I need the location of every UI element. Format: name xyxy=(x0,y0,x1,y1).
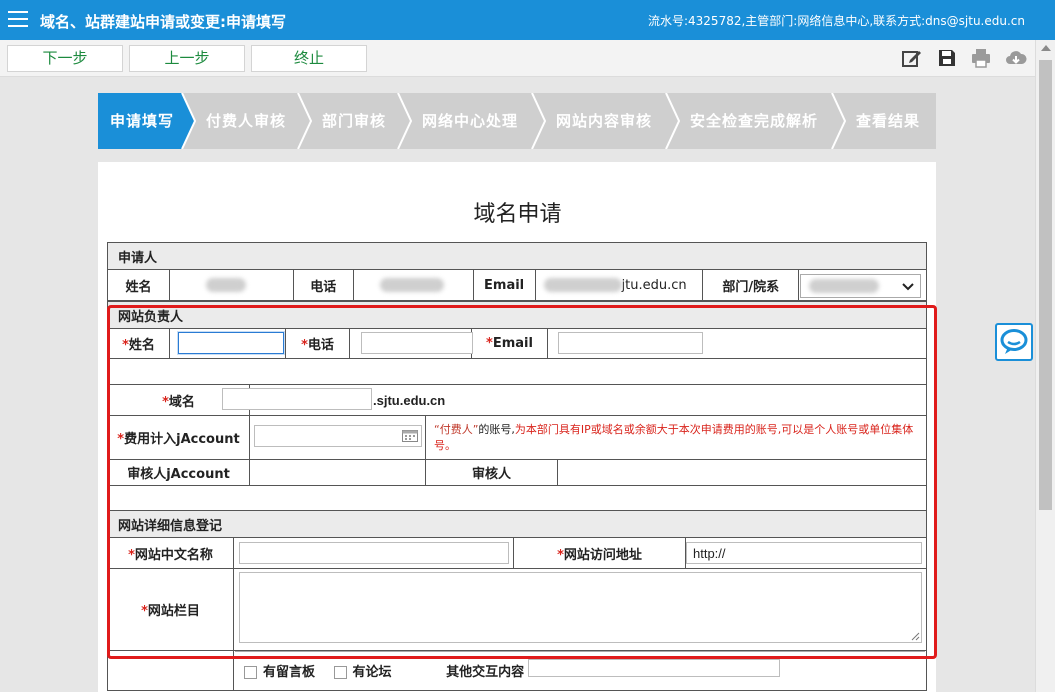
applicant-section-header: 申请人 xyxy=(107,242,927,270)
reviewer-name-label: 审核人 xyxy=(425,459,558,486)
owner-email-label: *Email xyxy=(471,328,548,359)
interaction-label-cell xyxy=(107,650,234,691)
scroll-thumb[interactable] xyxy=(1039,60,1052,510)
app-title: 域名、站群建站申请或变更:申请填写 xyxy=(40,13,287,31)
dept-selected-value xyxy=(809,279,879,293)
billing-account-input[interactable] xyxy=(254,425,422,447)
flow-meta: 流水号:4325782,主管部门:网络信息中心,联系方式:dns@sjtu.ed… xyxy=(647,14,1025,28)
required-mark: * xyxy=(128,547,135,563)
billing-label: *费用计入jAccount xyxy=(107,415,250,460)
step-chevron-icon xyxy=(531,93,546,149)
applicant-name-label: 姓名 xyxy=(107,269,170,301)
domain-label-text: 域名 xyxy=(168,394,195,410)
applicant-phone-value xyxy=(352,269,474,301)
reviewer-name-value xyxy=(557,459,927,486)
applicant-email-label: Email xyxy=(472,269,536,301)
step-chevron-icon xyxy=(831,93,846,149)
required-mark: * xyxy=(486,336,493,351)
domain-suffix: .sjtu.edu.cn xyxy=(373,393,446,408)
forum-checkbox[interactable] xyxy=(333,666,347,679)
domain-input[interactable] xyxy=(222,388,372,410)
owner-email-input[interactable] xyxy=(558,332,703,354)
billing-hint-mid: 的账号, xyxy=(478,423,515,436)
step-content-review: 网站内容审核 xyxy=(532,93,666,149)
owner-phone-label-text: 电话 xyxy=(307,338,334,353)
owner-phone-input[interactable] xyxy=(361,332,473,354)
next-step-button[interactable]: 下一步 xyxy=(7,45,123,72)
prev-step-button[interactable]: 上一步 xyxy=(129,45,245,72)
top-bar: 域名、站群建站申请或变更:申请填写 流水号:4325782,主管部门:网络信息中… xyxy=(0,0,1055,40)
resize-handle-icon[interactable] xyxy=(911,632,920,641)
other-interaction-input[interactable] xyxy=(528,659,780,677)
step-chevron-icon xyxy=(397,93,412,149)
applicant-dept-label: 部门/院系 xyxy=(702,269,800,301)
site-url-input[interactable] xyxy=(686,542,922,564)
step-chevron-icon xyxy=(180,93,196,149)
dept-select[interactable] xyxy=(800,274,921,298)
owner-phone-label: *电话 xyxy=(285,328,350,359)
guestbook-checkbox[interactable] xyxy=(244,666,257,679)
detail-section-header: 网站详细信息登记 xyxy=(107,510,927,538)
owner-section-header: 网站负责人 xyxy=(107,301,927,329)
forum-label: 有论坛 xyxy=(352,665,392,680)
step-payer-review: 付费人审核 xyxy=(182,93,298,149)
step-view-result: 查看结果 xyxy=(832,93,936,149)
step-security-check: 安全检查完成解析 xyxy=(666,93,832,149)
edit-icon[interactable] xyxy=(901,47,923,69)
site-cn-name-label-text: 网站中文名称 xyxy=(134,547,213,563)
required-mark: * xyxy=(141,604,148,619)
interaction-options: 有留言板 有论坛 其他交互内容 xyxy=(244,661,524,680)
applicant-email-value: jtu.edu.cn xyxy=(534,269,704,301)
toolbar-icons xyxy=(892,47,1027,69)
other-interaction-label: 其他交互内容 xyxy=(446,665,525,680)
owner-spacer-row xyxy=(107,358,927,385)
hamburger-menu-icon[interactable] xyxy=(8,11,28,29)
reviewer-account-label: 审核人jAccount xyxy=(107,459,250,486)
save-icon[interactable] xyxy=(936,47,958,69)
applicant-phone-label: 电话 xyxy=(292,269,354,301)
site-columns-textarea[interactable] xyxy=(239,572,922,643)
chat-support-button[interactable] xyxy=(995,323,1033,361)
scroll-up-arrow-icon[interactable] xyxy=(1041,45,1051,51)
billing-hint: “付费人”的账号,为本部门具有IP或域名或余额大于本次申请费用的账号,可以是个人… xyxy=(434,422,924,454)
chevron-down-icon xyxy=(902,283,914,291)
print-icon[interactable] xyxy=(970,47,992,69)
step-dept-review: 部门审核 xyxy=(298,93,398,149)
billing-label-text: 费用计入jAccount xyxy=(124,432,240,447)
owner-name-input[interactable] xyxy=(178,332,284,354)
site-url-label: *网站访问地址 xyxy=(513,537,686,569)
owner-name-label: *姓名 xyxy=(107,328,170,359)
site-cn-name-label: *网站中文名称 xyxy=(107,537,234,569)
applicant-email-text: jtu.edu.cn xyxy=(621,277,687,293)
cloud-download-icon[interactable] xyxy=(1005,47,1027,69)
guestbook-label: 有留言板 xyxy=(263,665,316,680)
site-columns-label: *网站栏目 xyxy=(107,568,234,651)
step-network-center: 网络中心处理 xyxy=(398,93,532,149)
step-chevron-icon xyxy=(665,93,680,149)
billing-hint-quote: “付费人” xyxy=(434,423,479,436)
site-url-label-text: 网站访问地址 xyxy=(563,547,642,563)
owner-email-label-text: Email xyxy=(492,336,533,351)
owner-name-label-text: 姓名 xyxy=(128,338,155,353)
toolbar: 下一步 上一步 终止 xyxy=(0,40,1035,77)
vertical-scrollbar[interactable] xyxy=(1035,40,1055,692)
chat-icon xyxy=(1000,329,1028,354)
workflow-stepper: 申请填写 付费人审核 部门审核 网络中心处理 网站内容审核 安全检查完成解析 查… xyxy=(98,93,936,149)
site-columns-label-text: 网站栏目 xyxy=(147,604,200,619)
form-title: 域名申请 xyxy=(473,202,562,227)
calendar-picker-icon[interactable] xyxy=(402,430,418,442)
required-mark: * xyxy=(162,394,169,410)
applicant-name-value xyxy=(168,269,294,301)
domain-spacer-row xyxy=(107,485,927,511)
reviewer-account-value xyxy=(249,459,426,486)
required-mark: * xyxy=(557,547,564,563)
divider xyxy=(235,651,925,652)
site-cn-name-input[interactable] xyxy=(239,542,509,564)
required-mark: * xyxy=(122,338,129,353)
step-chevron-icon xyxy=(297,93,312,149)
required-mark: * xyxy=(301,338,308,353)
step-apply: 申请填写 xyxy=(98,93,182,149)
stop-button[interactable]: 终止 xyxy=(251,45,367,72)
